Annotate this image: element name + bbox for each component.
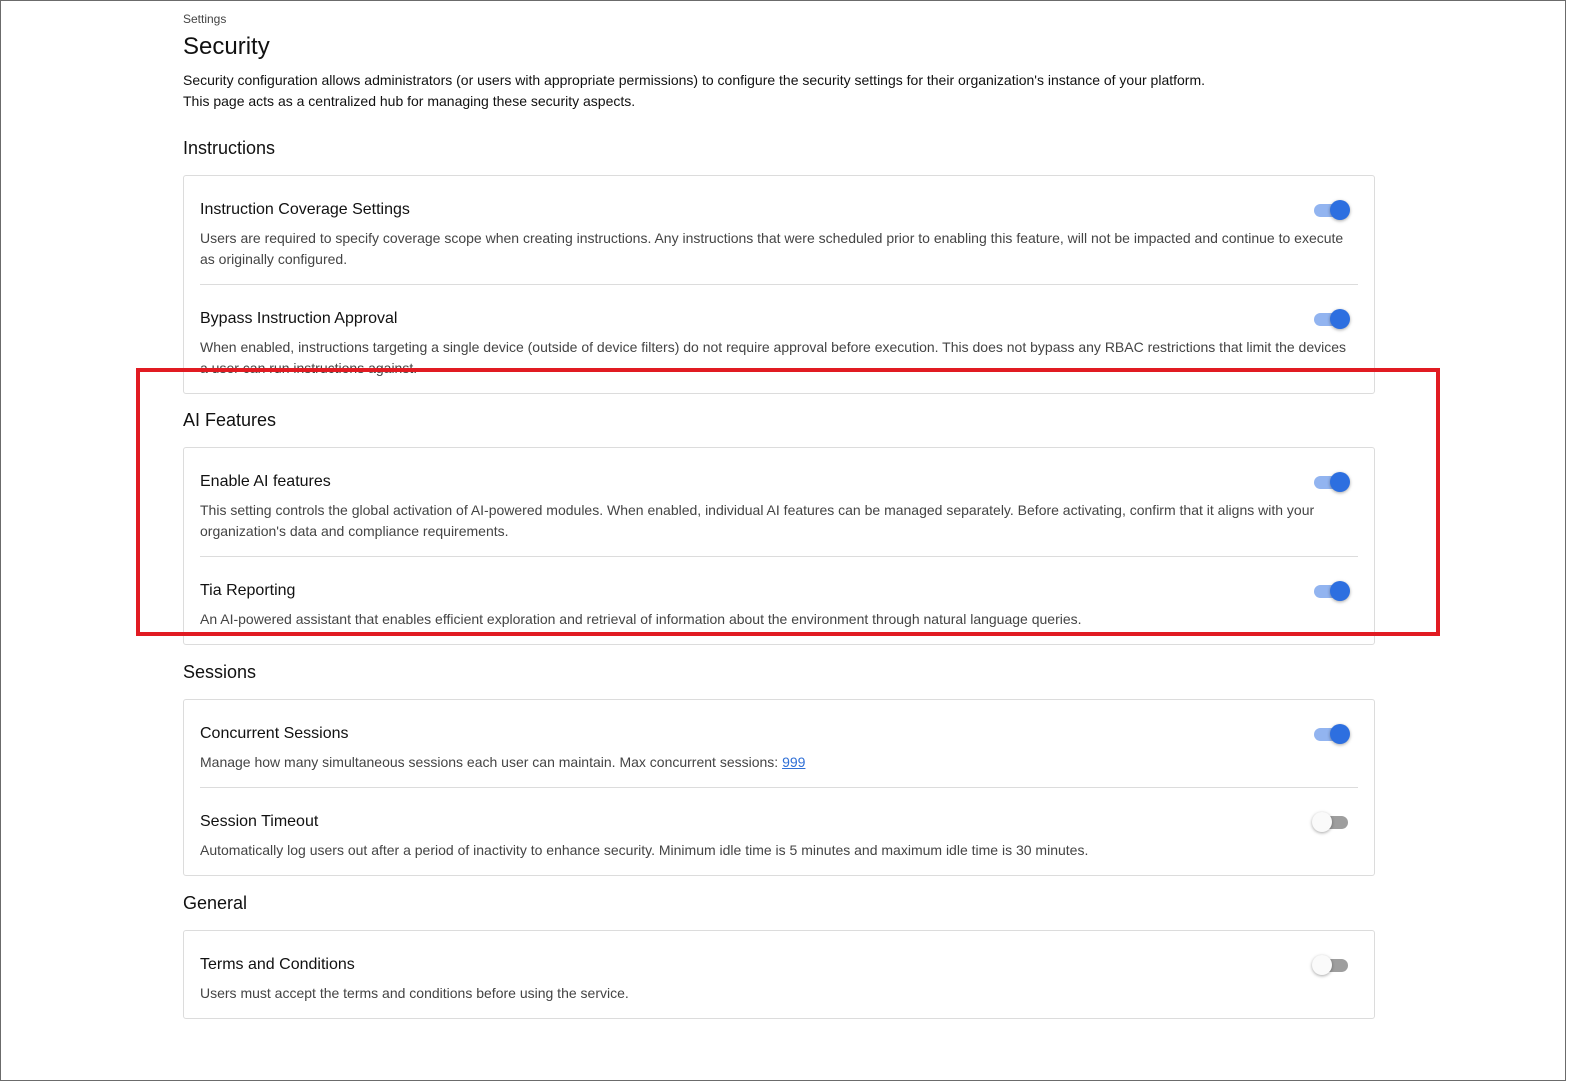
setting-name: Session Timeout — [200, 813, 319, 830]
toggle-knob — [1330, 309, 1350, 329]
section-title-ai-features: AI Features — [183, 410, 277, 430]
bypass-instruction-approval-toggle[interactable] — [1314, 309, 1350, 329]
toggle-knob — [1312, 955, 1332, 975]
enable-ai-features-toggle[interactable] — [1314, 472, 1350, 492]
setting-description: Users are required to specify coverage s… — [200, 230, 1344, 267]
tia-reporting-toggle[interactable] — [1314, 581, 1350, 601]
toggle-knob — [1330, 200, 1350, 220]
section-title-general: General — [183, 893, 248, 913]
setting-bypass-instruction-approval: Bypass Instruction Approval When enabled… — [200, 285, 1358, 393]
setting-description: An AI-powered assistant that enables eff… — [200, 611, 1082, 627]
setting-name: Terms and Conditions — [200, 956, 355, 973]
setting-description: When enabled, instructions targeting a s… — [200, 339, 1347, 376]
max-concurrent-sessions-link[interactable]: 999 — [782, 754, 805, 770]
security-settings-page: Settings Security Security configuration… — [183, 12, 1375, 1019]
toggle-knob — [1330, 472, 1350, 492]
setting-description: This setting controls the global activat… — [200, 502, 1315, 539]
setting-name: Bypass Instruction Approval — [200, 310, 398, 327]
setting-session-timeout: Session Timeout Automatically log users … — [200, 788, 1358, 875]
setting-description-text: Manage how many simultaneous sessions ea… — [200, 754, 783, 770]
section-title-sessions: Sessions — [183, 662, 257, 682]
setting-concurrent-sessions: Concurrent Sessions Manage how many simu… — [200, 700, 1358, 788]
setting-name: Concurrent Sessions — [200, 725, 349, 742]
general-card: Terms and Conditions Users must accept t… — [183, 930, 1375, 1019]
instructions-card: Instruction Coverage Settings Users are … — [183, 175, 1375, 394]
ai-features-card: Enable AI features This setting controls… — [183, 447, 1375, 645]
sessions-card: Concurrent Sessions Manage how many simu… — [183, 699, 1375, 876]
section-title-instructions: Instructions — [183, 138, 276, 158]
instruction-coverage-toggle[interactable] — [1314, 200, 1350, 220]
setting-terms-and-conditions: Terms and Conditions Users must accept t… — [200, 931, 1358, 1018]
setting-description: Users must accept the terms and conditio… — [200, 985, 629, 1001]
concurrent-sessions-toggle[interactable] — [1314, 724, 1350, 744]
session-timeout-toggle[interactable] — [1312, 812, 1350, 832]
page-description: Security configuration allows administra… — [183, 72, 1206, 109]
terms-and-conditions-toggle[interactable] — [1312, 955, 1350, 975]
setting-enable-ai-features: Enable AI features This setting controls… — [200, 448, 1358, 557]
setting-description: Manage how many simultaneous sessions ea… — [200, 752, 1350, 773]
toggle-knob — [1330, 581, 1350, 601]
setting-name: Instruction Coverage Settings — [200, 201, 410, 218]
toggle-knob — [1330, 724, 1350, 744]
page-title: Security — [183, 33, 270, 60]
breadcrumb[interactable]: Settings — [183, 12, 1375, 27]
setting-description: Automatically log users out after a peri… — [200, 842, 1089, 858]
toggle-knob — [1312, 812, 1332, 832]
setting-instruction-coverage: Instruction Coverage Settings Users are … — [200, 176, 1358, 285]
setting-tia-reporting: Tia Reporting An AI-powered assistant th… — [200, 557, 1358, 644]
setting-name: Enable AI features — [200, 473, 331, 490]
setting-name: Tia Reporting — [200, 582, 296, 599]
